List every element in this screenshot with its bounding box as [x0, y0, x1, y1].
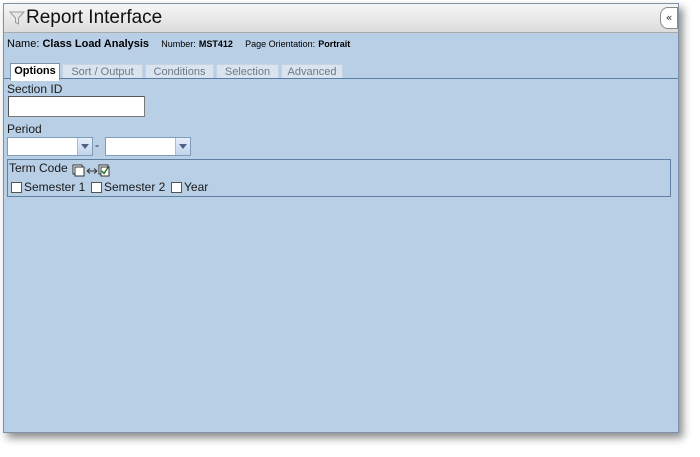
semester-2-checkbox[interactable]: [91, 182, 102, 193]
period-separator: -: [95, 138, 99, 152]
report-info-bar: Name: Class Load Analysis Number: MST412…: [7, 38, 350, 54]
period-from-select[interactable]: [7, 137, 93, 156]
year-label: Year: [184, 180, 209, 194]
period-label: Period: [7, 122, 42, 136]
page-orientation: Portrait: [318, 39, 351, 49]
report-name: Class Load Analysis: [42, 38, 150, 50]
toggle-all-checkboxes-icon[interactable]: [72, 163, 110, 177]
collapse-panel-button[interactable]: «: [660, 7, 678, 29]
section-id-input[interactable]: [8, 96, 145, 117]
window-title: Report Interface: [26, 7, 163, 28]
title-bar: Report Interface «: [4, 4, 678, 33]
section-id-label: Section ID: [7, 82, 63, 96]
semester-1-checkbox[interactable]: [11, 182, 22, 193]
tab-advanced[interactable]: Advanced: [281, 64, 343, 79]
filter-icon: [9, 11, 25, 25]
report-window: Report Interface « Name: Class Load Anal…: [3, 3, 679, 433]
semester-1-label: Semester 1: [24, 180, 86, 194]
chevron-down-icon[interactable]: [77, 138, 92, 155]
year-checkbox[interactable]: [171, 182, 182, 193]
semester-2-label: Semester 2: [104, 180, 166, 194]
orientation-label: Page Orientation:: [245, 39, 316, 49]
tab-divider: [4, 78, 678, 79]
report-number: MST412: [198, 39, 233, 49]
name-label: Name:: [7, 38, 40, 50]
tab-conditions[interactable]: Conditions: [145, 64, 214, 79]
tab-options[interactable]: Options: [10, 63, 60, 81]
term-code-label: Term Code: [9, 161, 68, 175]
chevron-down-icon[interactable]: [175, 138, 190, 155]
tab-selection[interactable]: Selection: [216, 64, 279, 79]
tab-sort-output[interactable]: Sort / Output: [62, 64, 143, 79]
number-label: Number:: [161, 39, 196, 49]
period-to-select[interactable]: [105, 137, 191, 156]
